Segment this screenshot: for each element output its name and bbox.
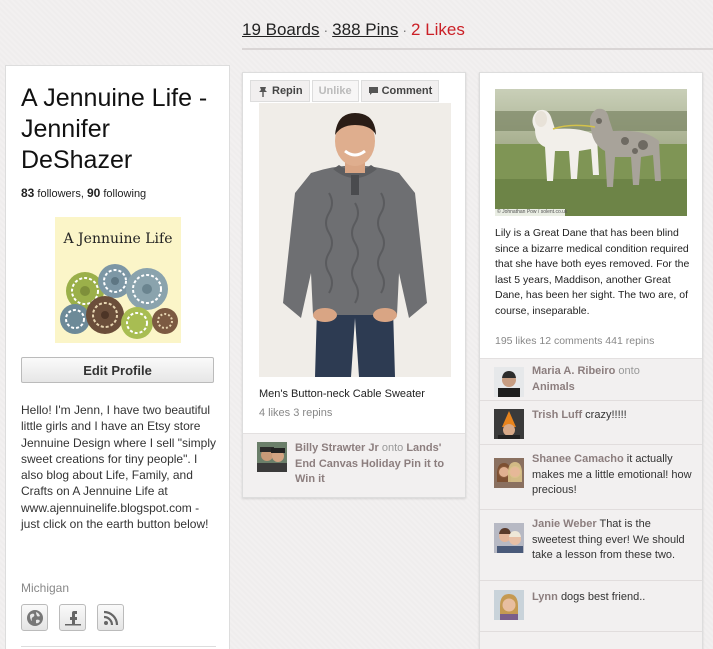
pin-via-area: Billy Strawter Jr onto Lands' End Canvas… xyxy=(243,433,465,497)
pin-via-row: Maria A. Ribeiro onto Animals xyxy=(480,359,702,401)
via-username[interactable]: Maria A. Ribeiro xyxy=(532,365,615,377)
great-danes-photo xyxy=(495,89,687,216)
comment-message: crazy!!!!! xyxy=(585,409,627,421)
avatar-photo xyxy=(494,367,524,397)
profile-divider xyxy=(21,646,216,647)
profile-stats-bar: 19 Boards · 388 Pins · 2 Likes xyxy=(242,20,465,44)
speech-bubble-icon xyxy=(368,87,378,95)
pins-link[interactable]: 388 Pins xyxy=(332,20,398,39)
repin-button[interactable]: Repin xyxy=(250,80,310,102)
user-avatar[interactable] xyxy=(494,523,524,553)
avatar-photo xyxy=(494,458,524,488)
repin-label: Repin xyxy=(272,85,303,97)
stats-separator: · xyxy=(402,22,408,38)
profile-card: A Jennuine Life - Jennifer DeShazer 83 f… xyxy=(5,65,230,649)
following-count[interactable]: 90 xyxy=(87,186,100,200)
avatar-photo xyxy=(494,409,524,439)
comment-item: Janie Weber That is the sweetest thing e… xyxy=(480,511,702,581)
pushpin-icon xyxy=(259,86,267,97)
flower-illustration xyxy=(60,264,178,339)
comment-text: Janie Weber That is the sweetest thing e… xyxy=(532,517,696,564)
comment-text: Trish Luff crazy!!!!! xyxy=(532,408,696,424)
pin-image-sweater[interactable] xyxy=(259,103,451,377)
avatar-photo xyxy=(494,523,524,553)
unlike-button[interactable]: Unlike xyxy=(311,80,359,102)
boards-link[interactable]: 19 Boards xyxy=(242,20,320,39)
pin-description: Lily is a Great Dane that has been blind… xyxy=(495,227,690,317)
edit-profile-button[interactable]: Edit Profile xyxy=(21,357,214,383)
man-in-sweater-photo xyxy=(259,103,451,377)
pin-card-great-danes[interactable]: © Johnathan Pow / solent.co.uk Lily is a… xyxy=(479,72,703,649)
globe-icon xyxy=(26,609,43,626)
pin-via-text: Billy Strawter Jr onto Lands' End Canvas… xyxy=(295,441,459,488)
website-button[interactable] xyxy=(21,604,48,631)
followers-label[interactable]: followers, xyxy=(37,188,83,200)
facebook-icon xyxy=(64,610,81,625)
comment-text: Lynn dogs best friend.. xyxy=(532,590,696,606)
via-board[interactable]: Animals xyxy=(532,381,575,393)
follow-counts: 83 followers, 90 following xyxy=(21,186,146,200)
pin-image-great-danes[interactable]: © Johnathan Pow / solent.co.uk xyxy=(495,89,687,216)
image-credit: © Johnathan Pow / solent.co.uk xyxy=(497,209,568,215)
user-avatar[interactable] xyxy=(494,458,524,488)
user-avatar[interactable] xyxy=(494,367,524,397)
pin-comments: Maria A. Ribeiro onto Animals Trish Luff… xyxy=(480,358,702,649)
pin-stats: 195 likes 12 comments 441 repins xyxy=(495,335,655,347)
following-label[interactable]: following xyxy=(103,188,146,200)
comment-username[interactable]: Shanee Camacho xyxy=(532,453,624,465)
followers-count[interactable]: 83 xyxy=(21,186,34,200)
stats-divider xyxy=(242,48,713,50)
avatar-photo xyxy=(257,442,287,472)
rss-button[interactable] xyxy=(97,604,124,631)
user-avatar[interactable] xyxy=(494,409,524,439)
profile-location: Michigan xyxy=(21,581,70,595)
profile-name: A Jennuine Life - Jennifer DeShazer xyxy=(21,84,208,174)
via-onto: onto xyxy=(381,442,404,454)
pin-stats: 4 likes 3 repins xyxy=(259,407,333,419)
avatar-photo xyxy=(494,590,524,620)
stats-separator: · xyxy=(323,22,329,38)
user-avatar[interactable] xyxy=(494,590,524,620)
facebook-button[interactable] xyxy=(59,604,86,631)
comment-item: Trish Luff crazy!!!!! xyxy=(480,402,702,445)
pin-via-text: Maria A. Ribeiro onto Animals xyxy=(532,364,696,395)
likes-tab[interactable]: 2 Likes xyxy=(411,20,465,39)
via-username[interactable]: Billy Strawter Jr xyxy=(295,442,379,454)
via-onto: onto xyxy=(618,365,640,377)
comment-item: Lynn dogs best friend.. xyxy=(480,582,702,632)
comment-text: Shanee Camacho it actually makes me a li… xyxy=(532,452,696,499)
profile-avatar: A Jennuine Life xyxy=(55,217,181,343)
user-avatar[interactable] xyxy=(257,442,287,472)
comment-button[interactable]: Comment xyxy=(360,80,440,102)
comment-item: Shanee Camacho it actually makes me a li… xyxy=(480,446,702,510)
rss-icon xyxy=(103,610,118,625)
comment-username[interactable]: Trish Luff xyxy=(532,409,582,421)
pin-actions: Repin Unlike Comment xyxy=(250,80,440,102)
comment-username[interactable]: Janie Weber xyxy=(532,518,597,530)
comment-username[interactable]: Lynn xyxy=(532,591,558,603)
profile-bio: Hello! I'm Jenn, I have two beautiful li… xyxy=(21,403,217,532)
pin-description: Men's Button-neck Cable Sweater xyxy=(259,388,425,400)
comment-message: dogs best friend.. xyxy=(560,591,646,603)
comment-label: Comment xyxy=(381,85,433,97)
social-links xyxy=(21,604,124,631)
pin-card-sweater[interactable]: Repin Unlike Comment Men's Button-neck C… xyxy=(242,72,466,498)
